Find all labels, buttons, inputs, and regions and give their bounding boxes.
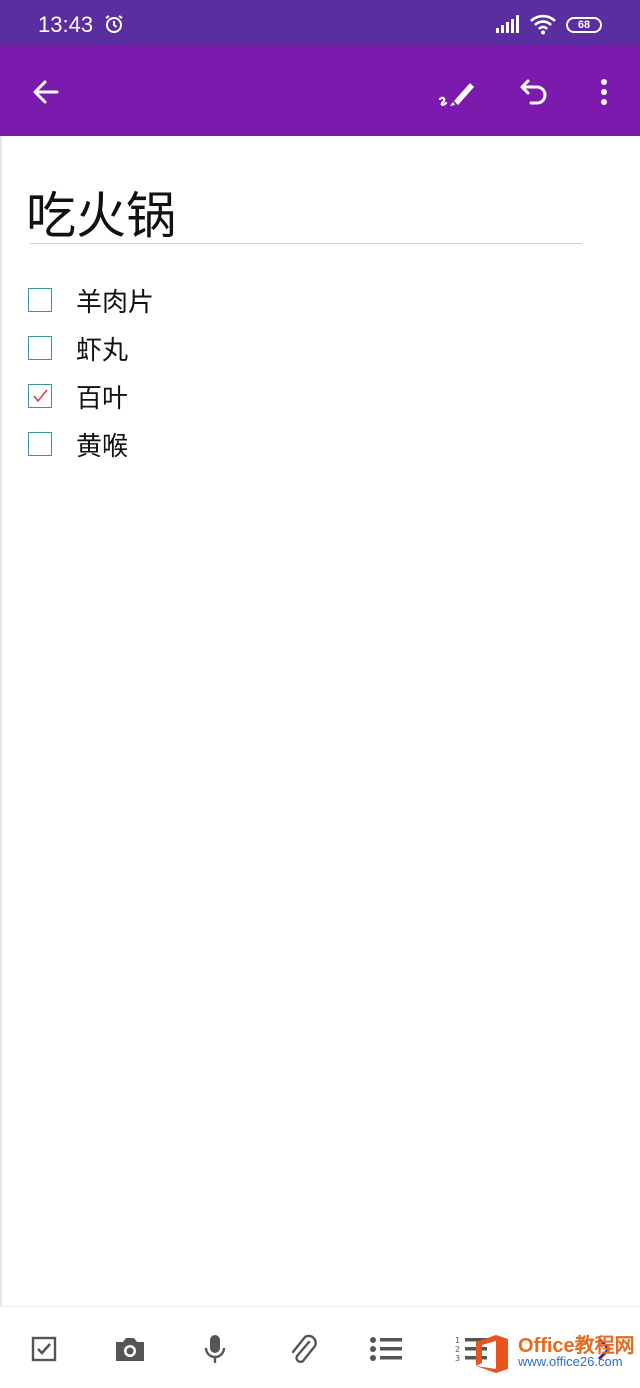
todo-checkbox[interactable] [28,432,52,456]
page-title[interactable]: 吃火锅 [26,176,176,248]
camera-icon [116,1338,144,1361]
todo-label[interactable]: 虾丸 [76,330,128,367]
ink-button[interactable] [434,70,478,114]
todo-label[interactable]: 羊肉片 [76,282,154,319]
checkbox-icon [31,1336,57,1362]
checkmark-icon [33,389,48,403]
title-divider [30,243,582,244]
office-logo-icon [476,1335,508,1373]
svg-text:1: 1 [455,1336,460,1345]
watermark-brand: Office教程网 [518,1335,635,1357]
watermark-url: www.office26.com [518,1354,623,1369]
status-bar: 13:43 68 [0,0,640,46]
app-bar [0,46,640,136]
bullet-list-icon [370,1337,402,1361]
battery-indicator: 68 [566,17,602,33]
back-button[interactable] [24,70,68,114]
todo-item: 羊肉片 [28,276,154,324]
microphone-icon [204,1335,226,1363]
attach-file-button[interactable] [282,1329,322,1369]
todo-item: 百叶 [28,372,154,420]
todo-checkbox[interactable] [28,288,52,312]
bullet-list-button[interactable] [366,1329,406,1369]
signal-icon [496,15,522,37]
status-time: 13:43 [38,12,94,37]
undo-button[interactable] [513,70,557,114]
todo-item: 黄喉 [28,420,154,468]
svg-text:3: 3 [455,1354,460,1363]
more-options-button[interactable] [582,70,626,114]
camera-button[interactable] [110,1329,150,1369]
svg-text:2: 2 [455,1345,460,1354]
alarm-clock-icon [104,14,124,38]
attach-icon [291,1334,317,1364]
note-canvas[interactable]: 吃火锅 羊肉片 虾丸 百叶 黄喉 [0,136,640,1306]
todo-label[interactable]: 黄喉 [76,426,128,463]
todo-checkbox[interactable] [28,336,52,360]
insert-checkbox-button[interactable] [24,1329,64,1369]
todo-item: 虾丸 [28,324,154,372]
todo-label[interactable]: 百叶 [76,378,128,415]
wifi-icon [529,13,557,39]
arrow-left-icon [33,80,59,104]
todo-checkbox-checked[interactable] [28,384,52,408]
todo-list: 羊肉片 虾丸 百叶 黄喉 [28,276,154,468]
more-vertical-icon [601,79,607,105]
undo-icon [520,79,547,105]
watermark: Office教程网 www.office26.com [470,1332,635,1376]
ink-pen-icon [438,83,474,106]
microphone-button[interactable] [195,1329,235,1369]
